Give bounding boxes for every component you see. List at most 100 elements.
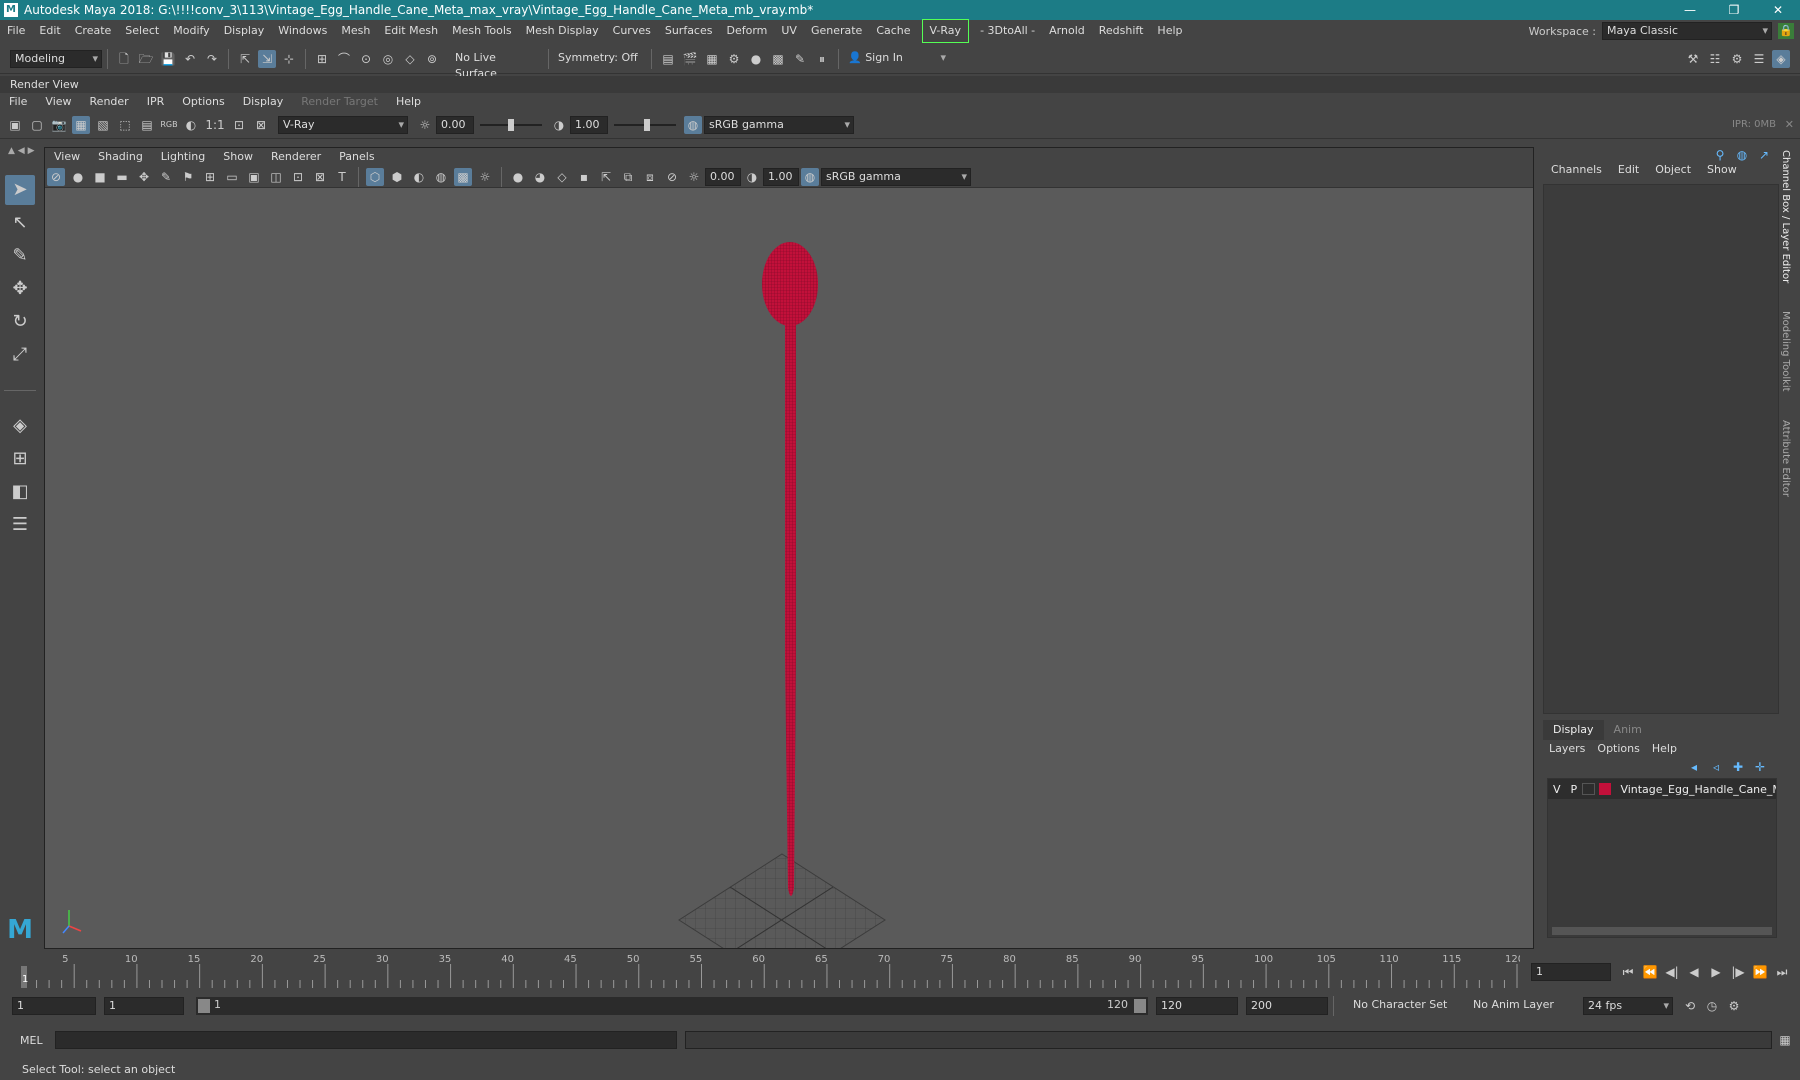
menu-display[interactable]: Display [217,20,272,42]
vp-gamma-field[interactable]: 1.00 [763,167,799,186]
paint-select-tool-icon[interactable]: ✎ [5,241,35,271]
vp-colorspace-dropdown[interactable]: sRGB gamma [821,167,971,186]
start-time-field[interactable]: 1 [12,997,96,1015]
close-icon[interactable]: ✕ [1756,0,1800,20]
ambient-occlusion-icon[interactable]: ◕ [531,168,549,186]
layer-visibility-toggle[interactable]: V [1548,783,1566,796]
command-input[interactable] [55,1031,677,1049]
layer-name[interactable]: Vintage_Egg_Handle_Cane_Me [1615,783,1776,796]
script-editor-icon[interactable]: ▦ [1776,1031,1794,1049]
vp-menu-lighting[interactable]: Lighting [152,148,214,166]
color-management-icon[interactable]: ◍ [684,115,702,134]
snap-live-icon[interactable]: ⊚ [423,50,441,68]
default-material-icon[interactable]: ◐ [410,168,428,186]
rgb-icon[interactable]: RGB [160,116,178,134]
new-layer-icon[interactable]: ✚ [1729,758,1747,776]
layer-scrollbar[interactable] [1552,927,1772,935]
vp-exposure-field[interactable]: 0.00 [705,167,741,186]
menu-generate[interactable]: Generate [804,20,869,42]
scale-tool-icon[interactable]: ⤢ [5,340,35,370]
layer-row[interactable]: V P Vintage_Egg_Handle_Cane_Me [1548,779,1776,799]
menu-curves[interactable]: Curves [606,20,658,42]
camera-attributes-icon[interactable]: ● [69,168,87,186]
layer-color-swatch[interactable] [1598,783,1612,795]
menu-edit-mesh[interactable]: Edit Mesh [377,20,445,42]
render-setup-icon[interactable]: ✎ [791,50,809,68]
modeling-toolkit-icon[interactable]: ⚒ [1684,50,1702,68]
wireframe-icon[interactable]: ⬡ [366,167,384,186]
anim-prefs-icon[interactable]: ⚙ [1725,997,1743,1015]
anim-layer-field[interactable]: No Anim Layer [1469,997,1569,1015]
outliner-layout-icon[interactable]: ☰ [5,510,35,540]
snap-view-icon[interactable]: ◎ [379,50,397,68]
channel-box-body[interactable] [1543,184,1779,714]
cb-menu-object[interactable]: Object [1647,160,1699,180]
film-gate-icon[interactable]: ▭ [223,168,241,186]
vp-menu-panels[interactable]: Panels [330,148,383,166]
sign-in-button[interactable]: 👤 Sign In [844,49,949,68]
backface-icon[interactable]: ⊘ [663,168,681,186]
anti-aliasing-icon[interactable]: ▪ [575,168,593,186]
snap-curve-icon[interactable]: ⌒ [335,50,353,68]
exposure-field[interactable]: 0.00 [436,115,474,134]
wireframe-on-shaded-icon[interactable]: ◍ [432,168,450,186]
view-2d-pan-icon[interactable]: ✥ [135,168,153,186]
menu-mesh[interactable]: Mesh [334,20,377,42]
vp-menu-renderer[interactable]: Renderer [262,148,330,166]
go-to-end-icon[interactable]: ⏭ [1773,963,1791,981]
menu-create[interactable]: Create [68,20,119,42]
vp-menu-show[interactable]: Show [214,148,262,166]
menu-file[interactable]: File [0,20,32,42]
minimize-icon[interactable]: — [1668,0,1712,20]
tool-settings-icon[interactable]: ⚙ [1728,50,1746,68]
loop-icon[interactable]: ⟲ [1681,997,1699,1015]
render-view-icon[interactable]: ▩ [769,50,787,68]
range-handle-end[interactable] [1134,999,1146,1013]
time-slider[interactable]: 5 10 15 20 25 30 35 40 45 50 55 60 65 70 75 80 85 90 95 100… [20,952,1524,988]
save-scene-icon[interactable]: 💾 [159,50,177,68]
render-history-icon[interactable]: ▤ [659,50,677,68]
end-time-field[interactable]: 200 [1246,997,1328,1015]
maximize-icon[interactable]: ❐ [1712,0,1756,20]
new-scene-icon[interactable]: 🗋 [115,50,133,68]
tab-anim[interactable]: Anim [1604,720,1652,740]
attribute-editor-icon[interactable]: ☷ [1706,50,1724,68]
le-menu-layers[interactable]: Layers [1543,740,1591,758]
step-back-frame-icon[interactable]: ◀| [1663,963,1681,981]
tab-modeling-toolkit[interactable]: Modeling Toolkit [1780,311,1791,392]
rv-menu-help[interactable]: Help [387,93,430,111]
fps-dropdown[interactable]: 24 fps [1583,997,1673,1015]
refresh-ipr-icon[interactable]: ▧ [94,116,112,134]
ratio-label[interactable]: 1:1 [204,116,226,134]
colorspace-dropdown[interactable]: sRGB gamma [704,115,854,134]
playback-end-field[interactable]: 120 [1156,997,1238,1015]
hypershade-icon[interactable]: ● [747,50,765,68]
move-tool-icon[interactable]: ✥ [5,274,35,304]
menu-cache[interactable]: Cache [869,20,917,42]
ipr-render-icon[interactable]: ▦ [703,50,721,68]
layer-editor-toggle-icon[interactable]: ◈ [1772,49,1790,68]
step-forward-key-icon[interactable]: ⏩ [1751,963,1769,981]
select-hierarchy-icon[interactable]: ⇱ [236,50,254,68]
resolution-gate-icon[interactable]: ▣ [245,168,263,186]
gate-mask-icon[interactable]: ◫ [267,168,285,186]
camera-select-icon[interactable]: ⊘ [47,167,65,186]
select-tool-icon[interactable]: ➤ [5,175,35,205]
move-layer-up-icon[interactable]: ◂ [1685,758,1703,776]
channel-box-toggle-icon[interactable]: ☰ [1750,50,1768,68]
symmetry-field[interactable]: Symmetry: Off [554,49,646,68]
cb-sync-icon[interactable]: ◍ [1733,146,1751,164]
render-settings-icon[interactable]: ⚙ [725,50,743,68]
keep-image-icon[interactable]: ▤ [138,116,156,134]
renderer-dropdown[interactable]: V-Ray [278,115,408,134]
menu-windows[interactable]: Windows [271,20,334,42]
frame-image-icon[interactable]: ⊡ [230,116,248,134]
vp-menu-view[interactable]: View [45,148,89,166]
motion-blur-icon[interactable]: ◇ [553,168,571,186]
cb-node-icon[interactable]: ⚲ [1711,146,1729,164]
ipr-icon[interactable]: ▦ [72,115,90,134]
pause-icon[interactable]: ⏸ [813,50,831,68]
rv-menu-file[interactable]: File [0,93,36,111]
go-to-start-icon[interactable]: ⏮ [1619,963,1637,981]
menu-mesh-display[interactable]: Mesh Display [519,20,606,42]
